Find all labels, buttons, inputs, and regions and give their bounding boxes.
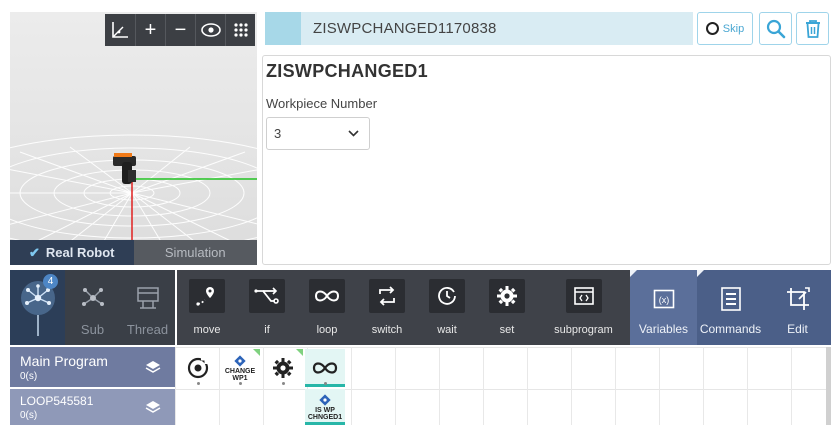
loop-icon [309,279,345,313]
variables-icon: (x) [649,284,679,314]
variables-label: Variables [638,322,689,336]
program-row-loop[interactable]: LOOP545581 0(s) [10,389,175,425]
crop-edit-icon [783,284,813,314]
delete-button[interactable] [796,12,829,45]
workpiece-number-select[interactable]: 3 [266,117,370,150]
cmd-wait-button[interactable]: wait [417,270,477,345]
gear-icon [273,358,293,378]
switch-icon [369,279,405,313]
grid-cell-loop[interactable] [305,349,345,387]
chevron-down-icon [348,130,359,137]
program-name: Main Program [20,352,108,369]
simulation-label: Simulation [164,245,226,260]
cmd-set-button[interactable]: set [477,270,537,345]
check-icon: ✔ [28,244,40,260]
skip-circle-icon [705,22,719,35]
grid-cell-start[interactable] [178,349,218,387]
mode-switch: ✔ Real Robot Simulation [10,240,257,265]
program-row-main[interactable]: Main Program 0(s) [10,347,175,387]
cmd-if-label: if [264,324,270,336]
svg-text:(x): (x) [658,295,669,305]
commands-label: Commands [699,322,762,336]
simulation-tab[interactable]: Simulation [133,240,257,265]
skip-button[interactable]: Skip [697,12,753,45]
axes-icon[interactable] [105,14,135,46]
edit-label: Edit [787,322,808,336]
grid-scrollbar[interactable] [826,347,831,425]
cmd-subprogram-label: subprogram [554,324,613,336]
program-name: LOOP545581 [20,393,94,408]
side-toolbar: (x) Variables Commands Edit [630,270,831,345]
cmd-subprogram-button[interactable]: subprogram [537,270,630,345]
commands-list-icon [716,284,746,314]
workpiece-number-value: 3 [274,126,282,141]
grid-cell-is-wp[interactable]: IS WP CHNGED1 [305,389,345,425]
real-robot-label: Real Robot [45,245,115,260]
cmd-loop-button[interactable]: loop [297,270,357,345]
cmd-switch-button[interactable]: switch [357,270,417,345]
command-name-field[interactable]: ZISWPCHANGED1170838 [265,12,693,45]
skip-label: Skip [722,22,745,35]
tab-sub-label: Sub [80,322,105,337]
command-toolbar: move if loop switch wait set subprogram [177,270,630,345]
tab-thread-label: Thread [126,322,169,337]
gear-icon [489,279,525,313]
is-wp-tag: IS WP CHNGED1 [307,407,343,421]
corner-marker [630,270,637,277]
command-name-value: ZISWPCHANGED1170838 [313,20,497,37]
diamond-icon [319,394,331,406]
search-icon [766,19,785,38]
status-corner [253,349,260,356]
grid-menu-icon[interactable] [225,14,255,46]
program-time: 0(s) [20,370,38,382]
layers-icon[interactable] [145,359,161,375]
color-swatch [265,12,301,45]
sub-network-icon [81,288,104,306]
corner-marker [697,270,704,277]
move-pin-icon [189,279,225,313]
cmd-switch-label: switch [371,324,403,336]
grid-cell-set[interactable] [263,349,303,387]
loop-icon [312,362,338,374]
cmd-set-label: set [499,324,515,336]
change-wp-tag: CHANGE WP1 [224,368,256,382]
robot-3d-viewport[interactable]: + − ✔ Real Robot Simulation [10,12,257,265]
start-circle-icon [187,357,209,379]
subprogram-icon [565,279,602,313]
commands-button[interactable]: Commands [697,270,764,345]
zoom-in-icon[interactable]: + [135,14,165,46]
variables-button[interactable]: (x) Variables [630,270,697,345]
thread-icon [136,287,159,309]
workpiece-number-label: Workpiece Number [266,96,378,111]
grid-cell-change-wp[interactable]: CHANGE WP1 [220,349,260,387]
command-properties-panel: ZISWPCHANGED1 Workpiece Number 3 [262,55,831,265]
clock-icon [429,279,465,313]
trash-icon [805,19,820,38]
command-grid[interactable]: CHANGE WP1 IS WP CHNGED1 [175,347,831,425]
diamond-icon [234,355,246,367]
command-title: ZISWPCHANGED1 [266,61,428,81]
edit-button[interactable]: Edit [764,270,831,345]
cmd-loop-label: loop [316,324,338,336]
eye-icon[interactable] [195,14,225,46]
tab-main-program[interactable]: 4 [10,270,65,345]
tab-thread-program[interactable]: Thread [120,270,175,345]
cmd-move-button[interactable]: move [177,270,237,345]
viewport-toolbar: + − [105,14,255,46]
layers-icon[interactable] [145,399,161,415]
real-robot-tab[interactable]: ✔ Real Robot [10,240,134,265]
program-count-badge: 4 [43,274,58,289]
search-button[interactable] [759,12,792,45]
cmd-move-label: move [193,324,221,336]
program-type-tabs: 4 Sub Thread [10,270,175,345]
branch-icon [249,279,285,313]
floor-grid [10,134,257,265]
program-time: 0(s) [20,409,38,421]
tab-sub-program[interactable]: Sub [65,270,120,345]
status-corner [296,349,303,356]
cmd-if-button[interactable]: if [237,270,297,345]
cmd-wait-label: wait [437,324,457,336]
zoom-out-icon[interactable]: − [165,14,195,46]
